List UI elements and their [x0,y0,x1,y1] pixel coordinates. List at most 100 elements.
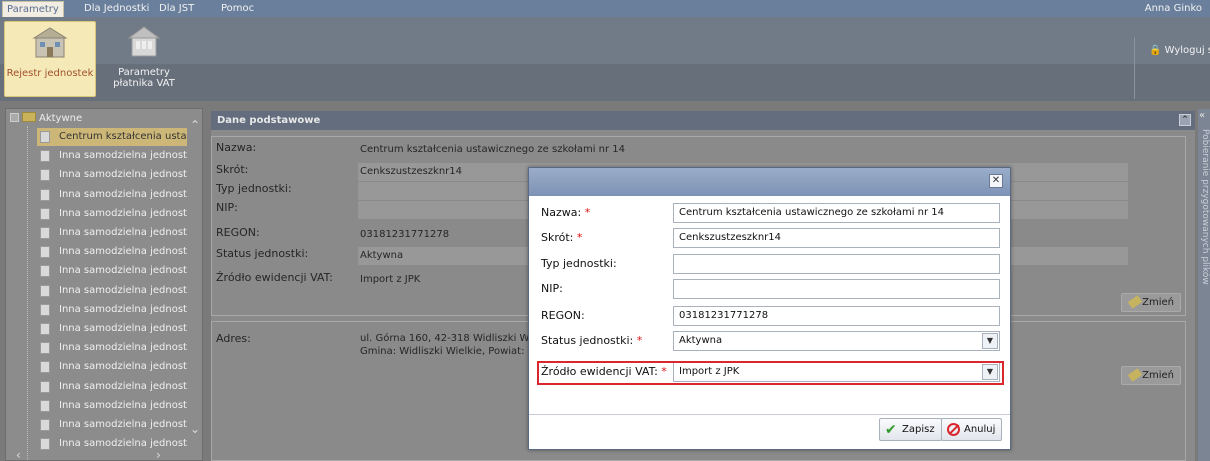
tab-dla-jednostki[interactable]: Dla Jednostki [80,1,153,17]
nip-label-text: NIP: [541,282,563,295]
document-icon [40,323,50,335]
logout-label: Wyloguj s [1164,45,1210,56]
tree-item[interactable]: Inna samodzielna jednostk [37,416,187,434]
document-icon [40,380,50,393]
tree-item-label: Inna samodzielna jednostk [59,323,187,334]
pencil-icon [1127,295,1143,309]
rejestr-jednostek-button[interactable]: Rejestr jednostek [4,21,96,97]
document-icon [40,150,50,163]
tab-parametry[interactable]: Parametry [2,1,64,17]
tree-item[interactable]: Inna samodzielna jednostk [37,320,187,338]
status-label: Status jednostki: * [541,332,642,350]
register-buildings-icon [32,27,68,58]
edit-address-button[interactable]: Zmień [1121,366,1181,385]
top-menubar: Parametry Dla Jednostki Dla JST Pomoc An… [0,0,1210,17]
tree-item-label: Inna samodzielna jednostk [59,399,187,411]
tree-root-aktywne[interactable]: Aktywne [10,112,82,126]
regon-label-text: REGON: [541,309,585,322]
tree-item-label: Centrum kształcenia ustaw [59,131,187,142]
parametry-platnika-vat-button[interactable]: Parametry płatnika VAT [98,21,190,97]
tree-item-label: Inna samodzielna jednostk [59,227,187,238]
tree-item[interactable]: Inna samodzielna jednostk [37,378,187,396]
regon-value: 03181231771278 [679,310,769,321]
tree-item[interactable]: Inna samodzielna jednostk [37,224,187,242]
ribbon-separator [1134,37,1135,99]
ribbon: Rejestr jednostek Parametry płatnika VAT… [0,17,1210,101]
tree-item-label: Inna samodzielna jednostk [59,265,187,277]
tree-horizontal-scrollbar[interactable]: ‹ › [16,448,196,460]
document-icon [40,284,50,297]
unit-type-input[interactable] [673,254,1000,274]
scroll-down-icon[interactable]: ⌄ [189,423,201,435]
cancel-button[interactable]: Anuluj [941,418,1003,441]
tree-item[interactable]: Inna samodzielna jednostk [37,358,187,376]
panel-title: Dane podstawowe [217,115,321,126]
rejestr-jednostek-label: Rejestr jednostek [6,68,94,79]
tree-item[interactable]: Inna samodzielna jednostk [37,282,187,300]
document-icon [40,265,50,278]
edit-unit-dialog: ✕ Nazwa: * Centrum kształcenia ustawiczne… [528,167,1011,450]
tab-pomoc[interactable]: Pomoc [217,1,258,17]
tree-item[interactable]: Inna samodzielna jednostk [37,262,187,280]
tree-root-label: Aktywne [39,113,83,124]
document-icon [40,207,50,220]
field-value: Centrum kształcenia ustawicznego ze szko… [360,144,626,155]
tree-item-label: Inna samodzielna jednostk [59,169,187,181]
document-icon [40,399,50,412]
tree-item[interactable]: Inna samodzielna jednostk [37,301,187,319]
field-label: NIP: [216,201,238,214]
status-select[interactable]: Aktywna ▼ [673,331,1000,351]
logout-link[interactable]: 🔒 Wyloguj s [1149,45,1210,56]
vat-source-highlight [537,361,1004,385]
unit-tree: Aktywne Centrum kształcenia ustaw Inna sa… [5,108,203,461]
unit-type-label-text: Typ jednostki: [541,257,617,270]
nip-input[interactable] [673,279,1000,299]
field-label: Typ jednostki: [216,182,292,195]
edit-label: Zmień [1142,370,1174,381]
tree-item-label: Inna samodzielna jednostk [59,303,187,315]
field-label: Nazwa: [216,141,257,154]
tree-item[interactable]: Inna samodzielna jednostk [37,243,187,261]
edit-basic-data-button[interactable]: Zmień [1121,293,1181,312]
name-label-text: Nazwa: [541,206,582,219]
regon-label: REGON: [541,307,585,325]
status-label-text: Status jednostki: [541,334,634,347]
side-panel-toggle[interactable]: « Pobieranie przygotowanych plików [1198,109,1210,461]
save-button[interactable]: ✔ Zapisz [879,418,942,441]
chevron-down-icon[interactable]: ▼ [982,333,998,349]
lock-icon: 🔒 [1149,45,1162,56]
close-icon[interactable]: ✕ [989,174,1003,188]
tree-item[interactable]: Centrum kształcenia ustaw [37,128,187,146]
document-icon [40,169,50,182]
short-input[interactable]: Cenkszustzeszknr14 [673,228,1000,248]
tree-item-label: Inna samodzielna jednostk [59,361,187,373]
required-marker: * [636,334,643,347]
tree-item-label: Inna samodzielna jednostk [59,284,187,296]
tree-item[interactable]: Inna samodzielna jednostk [37,166,187,184]
vat-building-icon [127,26,161,57]
collapse-panel-icon[interactable]: ⌃ [1179,114,1191,126]
user-name[interactable]: Anna Ginko [1145,1,1202,16]
field-label: Status jednostki: [216,247,309,260]
expand-left-icon[interactable]: « [1199,110,1205,121]
tree-item[interactable]: Inna samodzielna jednostk [37,147,187,165]
tree-item-label: Inna samodzielna jednostk [59,207,187,219]
tab-dla-jst[interactable]: Dla JST [155,1,198,17]
status-value: Aktywna [679,335,723,346]
tree-vertical-scrollbar[interactable]: ⌃ ⌄ [189,111,201,444]
check-icon: ✔ [885,422,897,438]
scroll-left-icon[interactable]: ‹ [16,448,21,460]
tree-item-label: Inna samodzielna jednostk [59,438,187,450]
cancel-icon [947,423,960,436]
regon-input[interactable]: 03181231771278 [673,306,1000,326]
scroll-right-icon[interactable]: › [156,449,161,460]
address-label: Adres: [216,332,251,345]
tree-item[interactable]: Inna samodzielna jednostk [37,397,187,415]
collapse-icon[interactable] [10,113,19,122]
tree-item[interactable]: Inna samodzielna jednostk [37,186,187,204]
tree-item[interactable]: Inna samodzielna jednostk [37,339,187,357]
short-value: Cenkszustzeszknr14 [679,232,782,243]
scroll-up-icon[interactable]: ⌃ [189,119,201,131]
tree-item[interactable]: Inna samodzielna jednostk [37,205,187,223]
name-input[interactable]: Centrum kształcenia ustawicznego ze szko… [673,203,1000,223]
